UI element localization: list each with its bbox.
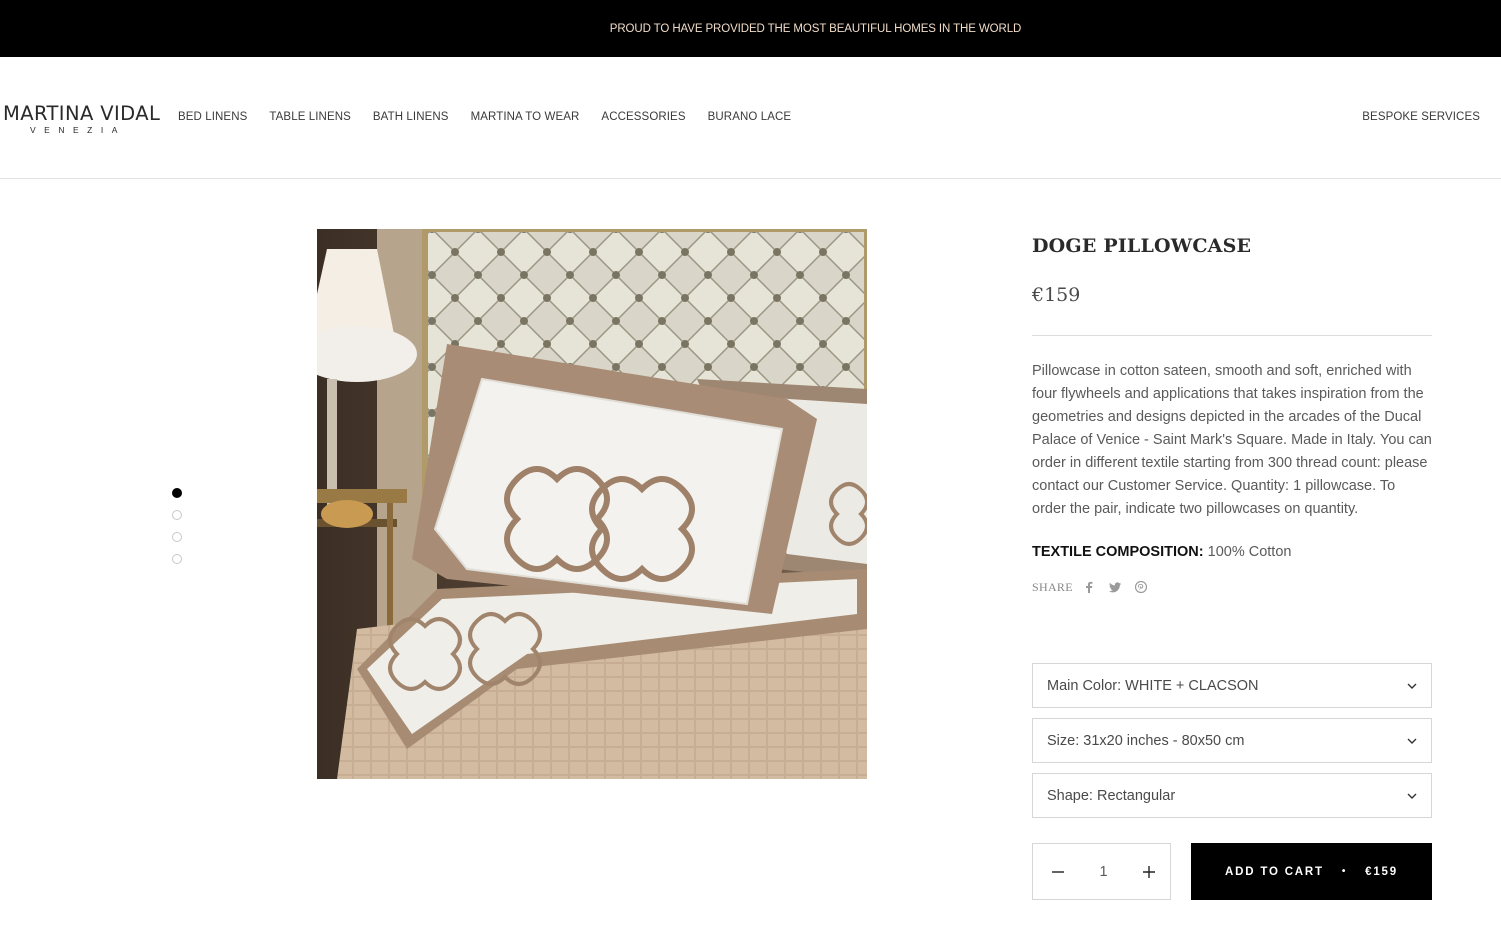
minus-icon[interactable] <box>1051 865 1065 879</box>
plus-icon[interactable] <box>1142 865 1156 879</box>
product-image[interactable] <box>317 229 867 779</box>
gallery-dot[interactable] <box>172 554 182 564</box>
add-to-cart-separator: • <box>1341 866 1348 877</box>
textile-composition: TEXTILE COMPOSITION: 100% Cotton <box>1032 544 1432 560</box>
main-color-value: Main Color: WHITE + CLACSON <box>1047 677 1259 694</box>
logo-subline: VENEZIA <box>30 125 126 135</box>
nav-item-table-linens[interactable]: TABLE LINENS <box>269 111 351 123</box>
product-title: DOGE PILLOWCASE <box>1032 235 1252 257</box>
logo-wordmark: MARTINA VIDAL <box>3 102 161 125</box>
composition-label: TEXTILE COMPOSITION: <box>1032 544 1204 560</box>
share-row: SHARE <box>1032 580 1432 594</box>
chevron-down-icon <box>1407 738 1417 744</box>
nav-item-bespoke-services[interactable]: BESPOKE SERVICES <box>1362 111 1480 123</box>
site-header: MARTINA VIDAL VENEZIA BED LINENS TABLE L… <box>0 57 1501 179</box>
chevron-down-icon <box>1407 793 1417 799</box>
share-label: SHARE <box>1032 579 1073 594</box>
nav-item-burano-lace[interactable]: BURANO LACE <box>708 111 792 123</box>
announcement-text: PROUD TO HAVE PROVIDED THE MOST BEAUTIFU… <box>609 22 1022 35</box>
nav-item-accessories[interactable]: ACCESSORIES <box>601 111 685 123</box>
product-price: €159 <box>1032 284 1081 306</box>
facebook-icon[interactable] <box>1083 581 1095 593</box>
add-to-cart-price: €159 <box>1365 865 1398 878</box>
quantity-value[interactable]: 1 <box>1099 864 1107 880</box>
add-to-cart-button[interactable]: ADD TO CART • €159 <box>1191 843 1432 900</box>
size-value: Size: 31x20 inches - 80x50 cm <box>1047 732 1245 749</box>
gallery-pagination <box>172 488 182 576</box>
pinterest-icon[interactable] <box>1134 581 1147 593</box>
divider <box>1032 335 1432 336</box>
main-nav: BED LINENS TABLE LINENS BATH LINENS MART… <box>178 111 813 123</box>
composition-value: 100% Cotton <box>1207 544 1292 560</box>
shape-select[interactable]: Shape: Rectangular <box>1032 773 1432 818</box>
product-info: DOGE PILLOWCASE €159 Pillowcase in cotto… <box>1032 229 1432 900</box>
twitter-icon[interactable] <box>1108 581 1121 593</box>
gallery-dot[interactable] <box>172 532 182 542</box>
logo[interactable]: MARTINA VIDAL VENEZIA <box>3 102 161 137</box>
shape-value: Shape: Rectangular <box>1047 787 1176 804</box>
chevron-down-icon <box>1407 683 1417 689</box>
announcement-bar: PROUD TO HAVE PROVIDED THE MOST BEAUTIFU… <box>0 0 1501 57</box>
add-to-cart-label: ADD TO CART <box>1225 865 1324 878</box>
main-color-select[interactable]: Main Color: WHITE + CLACSON <box>1032 663 1432 708</box>
nav-item-martina-to-wear[interactable]: MARTINA TO WEAR <box>471 111 580 123</box>
gallery-dot[interactable] <box>172 488 182 498</box>
nav-item-bed-linens[interactable]: BED LINENS <box>178 111 247 123</box>
quantity-stepper: 1 <box>1032 843 1171 900</box>
size-select[interactable]: Size: 31x20 inches - 80x50 cm <box>1032 718 1432 763</box>
nav-item-bath-linens[interactable]: BATH LINENS <box>373 111 449 123</box>
gallery-dot[interactable] <box>172 510 182 520</box>
product-description: Pillowcase in cotton sateen, smooth and … <box>1032 363 1432 517</box>
